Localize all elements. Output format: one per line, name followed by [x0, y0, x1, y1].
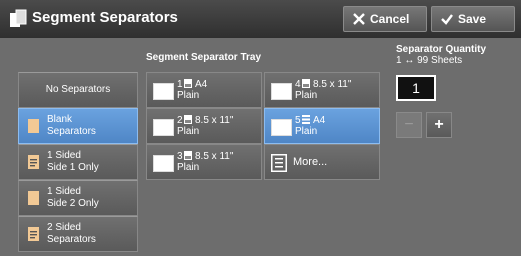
checkmark-icon	[441, 14, 453, 25]
blank-page-icon	[28, 191, 39, 205]
tray-number: 3	[177, 151, 183, 162]
tray-section-label: Segment Separator Tray	[146, 52, 262, 63]
paper-type: Plain	[177, 126, 200, 137]
tray-number: 5	[295, 115, 301, 126]
tray-icon	[184, 79, 192, 88]
paper-type: Plain	[295, 90, 318, 101]
option-label-line2: Separators	[47, 234, 96, 245]
option-label-line1: 1 Sided	[47, 186, 81, 197]
option-label-line1: 2 Sided	[47, 222, 81, 233]
option-label-line1: Blank	[47, 114, 73, 125]
increment-button[interactable]: +	[426, 112, 452, 138]
segment-separators-screen: Segment Separators Cancel Save No Separa…	[0, 0, 521, 256]
option-2-sided-separators[interactable]: 2 Sided Separators	[18, 216, 138, 252]
paper-size: 8.5 x 11"	[313, 79, 352, 90]
quantity-field[interactable]: 1	[396, 75, 436, 101]
paper-swatch	[153, 83, 174, 100]
option-label-line2: Separators	[47, 126, 96, 137]
tray-button-4[interactable]: 4 8.5 x 11" Plain	[264, 72, 380, 108]
option-1-sided-side-1[interactable]: 1 Sided Side 1 Only	[18, 144, 138, 180]
option-label-line2: Side 1 Only	[47, 162, 99, 173]
paper-size: 8.5 x 11"	[195, 115, 234, 126]
tray-button-1[interactable]: 1 A4 Plain	[146, 72, 262, 108]
quantity-title: Separator Quantity	[396, 44, 487, 55]
paper-swatch	[153, 119, 174, 136]
option-1-sided-side-2[interactable]: 1 Sided Side 2 Only	[18, 180, 138, 216]
save-label: Save	[458, 12, 487, 26]
paper-type: Plain	[295, 126, 318, 137]
tray-number: 4	[295, 79, 301, 90]
tray-icon	[302, 79, 310, 88]
header-bar: Segment Separators Cancel Save	[0, 0, 521, 38]
option-label-line1: 1 Sided	[47, 150, 81, 161]
list-icon	[271, 154, 287, 172]
paper-swatch	[271, 83, 292, 100]
more-label: More...	[293, 156, 328, 168]
option-label: No Separators	[45, 84, 111, 95]
paper-type: Plain	[177, 162, 200, 173]
segment-separator-icon	[10, 9, 27, 27]
paper-type: Plain	[177, 90, 200, 101]
tray-number: 2	[177, 115, 183, 126]
cancel-button[interactable]: Cancel	[343, 6, 427, 32]
tray-button-3[interactable]: 3 8.5 x 11" Plain	[146, 144, 262, 180]
close-icon	[353, 13, 365, 25]
printed-page-icon	[28, 155, 39, 169]
more-trays-button[interactable]: More...	[264, 144, 380, 180]
plus-icon: +	[434, 116, 444, 133]
tray-button-2[interactable]: 2 8.5 x 11" Plain	[146, 108, 262, 144]
tray-number: 1	[177, 79, 183, 90]
tray-icon	[184, 115, 192, 124]
quantity-label: Separator Quantity 1 ↔ 99 Sheets	[396, 44, 486, 66]
page-title: Segment Separators	[32, 9, 178, 26]
option-blank-separators[interactable]: Blank Separators	[18, 108, 138, 144]
paper-swatch	[271, 119, 292, 136]
cancel-label: Cancel	[370, 12, 410, 26]
paper-swatch	[153, 155, 174, 172]
decrement-button[interactable]: −	[396, 112, 422, 138]
bypass-tray-icon	[302, 115, 310, 124]
quantity-value: 1	[412, 80, 420, 96]
paper-size: A4	[313, 115, 326, 126]
minus-icon: −	[404, 116, 414, 133]
quantity-range: 1 ↔ 99 Sheets	[396, 55, 463, 66]
option-no-separators[interactable]: No Separators	[18, 72, 138, 108]
tray-icon	[184, 151, 192, 160]
blank-page-icon	[28, 119, 39, 133]
save-button[interactable]: Save	[431, 6, 515, 32]
printed-page-icon	[28, 227, 39, 241]
option-label-line2: Side 2 Only	[47, 198, 99, 209]
tray-button-5[interactable]: 5 A4 Plain	[264, 108, 380, 144]
paper-size: A4	[195, 79, 208, 90]
paper-size: 8.5 x 11"	[195, 151, 234, 162]
